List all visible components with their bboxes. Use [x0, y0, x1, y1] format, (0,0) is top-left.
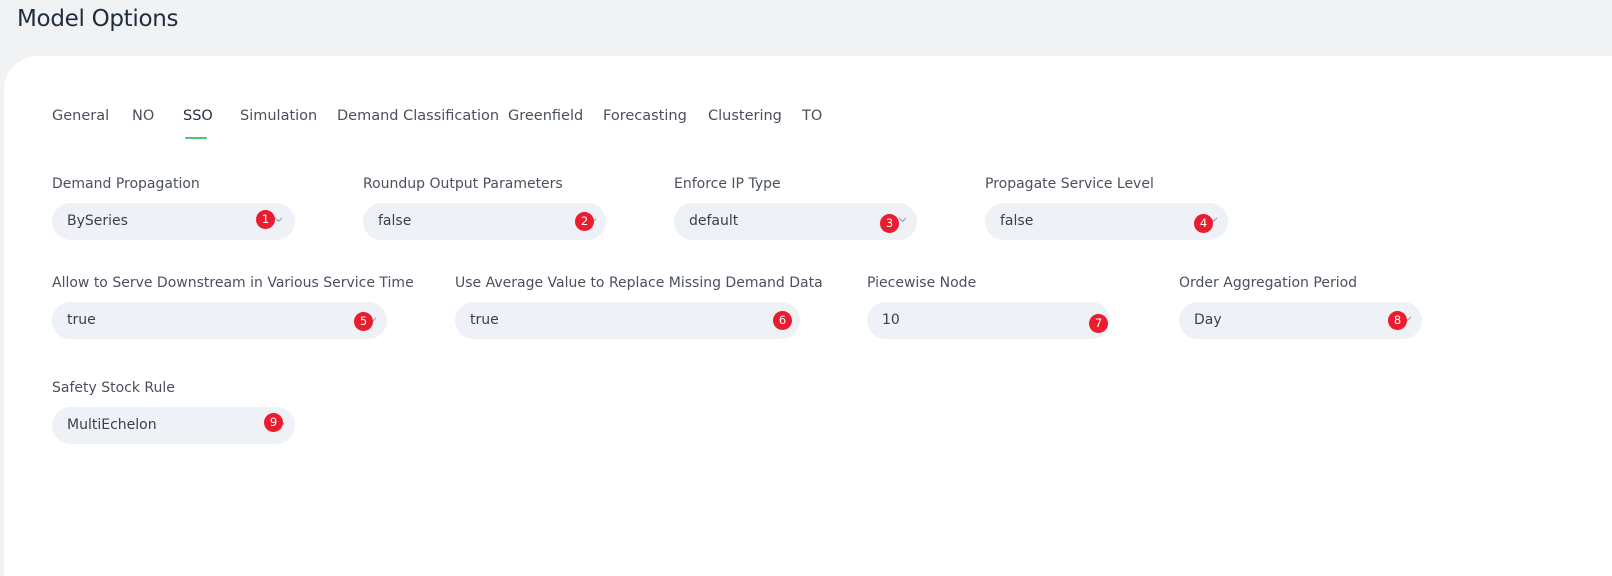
- tab-clustering[interactable]: Clustering: [708, 108, 782, 124]
- page-title: Model Options: [17, 6, 179, 32]
- demand-propagation-select[interactable]: BySeries 1: [52, 203, 295, 240]
- piecewise-node-select[interactable]: 10 7: [867, 302, 1110, 339]
- enforce-ip-type-select[interactable]: default 3: [674, 203, 917, 240]
- active-tab-indicator: [185, 137, 207, 139]
- annotation-badge: 7: [1089, 314, 1108, 333]
- allow-serve-downstream-select[interactable]: true 5: [52, 302, 387, 339]
- order-aggregation-period-value: Day: [1194, 312, 1222, 328]
- piecewise-node-label: Piecewise Node: [867, 275, 977, 291]
- tab-greenfield[interactable]: Greenfield: [508, 108, 583, 124]
- allow-serve-downstream-label: Allow to Serve Downstream in Various Ser…: [52, 275, 414, 291]
- annotation-badge: 3: [880, 214, 899, 233]
- use-average-value-label: Use Average Value to Replace Missing Dem…: [455, 275, 823, 291]
- piecewise-node-value: 10: [882, 312, 900, 328]
- use-average-value-value: true: [470, 312, 499, 328]
- annotation-badge: 6: [773, 311, 792, 330]
- tab-no[interactable]: NO: [132, 108, 154, 124]
- roundup-output-parameters-value: false: [378, 213, 412, 229]
- safety-stock-rule-label: Safety Stock Rule: [52, 380, 175, 396]
- annotation-badge: 2: [575, 212, 594, 231]
- demand-propagation-label: Demand Propagation: [52, 176, 200, 192]
- annotation-badge: 1: [256, 210, 275, 229]
- roundup-output-parameters-select[interactable]: false 2: [363, 203, 606, 240]
- use-average-value-select[interactable]: true 6: [455, 302, 800, 339]
- enforce-ip-type-value: default: [689, 213, 739, 229]
- tab-sso[interactable]: SSO: [183, 108, 213, 124]
- safety-stock-rule-select[interactable]: MultiEchelon 9: [52, 407, 295, 444]
- chevron-down-icon: [274, 215, 283, 224]
- tab-demand-classification[interactable]: Demand Classification: [337, 108, 499, 124]
- allow-serve-downstream-value: true: [67, 312, 96, 328]
- enforce-ip-type-label: Enforce IP Type: [674, 176, 781, 192]
- chevron-down-icon: [898, 215, 907, 224]
- roundup-output-parameters-label: Roundup Output Parameters: [363, 176, 563, 192]
- demand-propagation-value: BySeries: [67, 213, 128, 229]
- order-aggregation-period-select[interactable]: Day 8: [1179, 302, 1422, 339]
- propagate-service-level-value: false: [1000, 213, 1034, 229]
- annotation-badge: 4: [1194, 214, 1213, 233]
- annotation-badge: 9: [264, 413, 283, 432]
- annotation-badge: 8: [1388, 311, 1407, 330]
- tab-simulation[interactable]: Simulation: [240, 108, 317, 124]
- propagate-service-level-label: Propagate Service Level: [985, 176, 1154, 192]
- annotation-badge: 5: [354, 312, 373, 331]
- tab-forecasting[interactable]: Forecasting: [603, 108, 687, 124]
- order-aggregation-period-label: Order Aggregation Period: [1179, 275, 1358, 291]
- tab-to[interactable]: TO: [802, 108, 822, 124]
- safety-stock-rule-value: MultiEchelon: [67, 417, 157, 433]
- tab-general[interactable]: General: [52, 108, 109, 124]
- propagate-service-level-select[interactable]: false 4: [985, 203, 1228, 240]
